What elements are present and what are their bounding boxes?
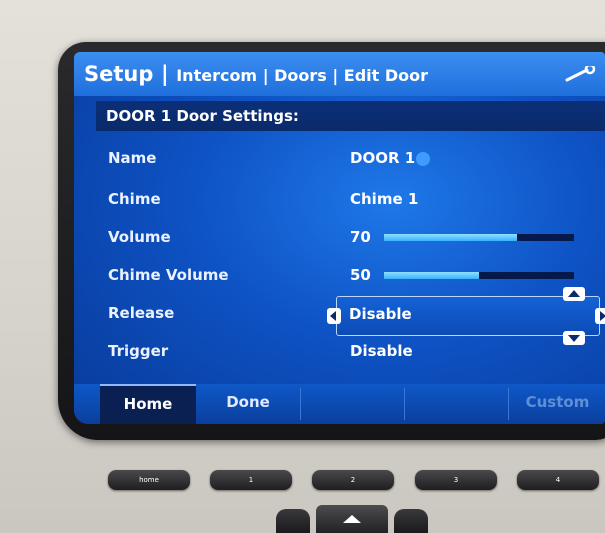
- setting-row-volume[interactable]: Volume 70: [74, 221, 605, 255]
- setting-value: Disable: [350, 342, 413, 360]
- softkey-4[interactable]: [406, 384, 506, 424]
- title-bar: Setup | Intercom | Doors | Edit Door: [74, 52, 605, 96]
- volume-slider-fill: [384, 234, 517, 241]
- arrow-right-icon[interactable]: [595, 308, 605, 324]
- softkey-custom[interactable]: Custom: [510, 384, 605, 424]
- nav-left-button[interactable]: [276, 509, 310, 533]
- arrow-up-icon[interactable]: [563, 287, 585, 301]
- setting-value: 50: [350, 266, 371, 284]
- setting-row-name[interactable]: Name DOOR 1: [74, 142, 605, 176]
- display-screen: Setup | Intercom | Doors | Edit Door DOO…: [74, 52, 605, 424]
- setting-row-chime[interactable]: Chime Chime 1: [74, 183, 605, 217]
- softkey-3[interactable]: [302, 384, 402, 424]
- setting-value: DOOR 1: [350, 149, 416, 167]
- setting-label: Volume: [108, 228, 171, 246]
- setting-label: Release: [108, 304, 175, 322]
- hardware-key-3[interactable]: 3: [415, 470, 497, 490]
- breadcrumb-separator: |: [332, 66, 339, 85]
- setting-row-chime-volume[interactable]: Chime Volume 50: [74, 259, 605, 293]
- section-title: DOOR 1 Door Settings:: [106, 107, 299, 125]
- page-title: Setup: [84, 62, 154, 86]
- cursor-dot-icon: [416, 152, 430, 166]
- setting-row-trigger[interactable]: Trigger Disable: [74, 335, 605, 369]
- chime-volume-slider[interactable]: [384, 272, 574, 279]
- phone-device: Setup | Intercom | Doors | Edit Door DOO…: [0, 0, 605, 533]
- arrow-left-icon[interactable]: [327, 308, 341, 324]
- volume-slider[interactable]: [384, 234, 574, 241]
- navigation-cluster: [276, 505, 428, 533]
- softkey-home[interactable]: Home: [100, 384, 196, 424]
- setting-label: Chime Volume: [108, 266, 229, 284]
- chime-volume-slider-fill: [384, 272, 479, 279]
- setting-label: Trigger: [108, 342, 169, 360]
- hardware-key-4[interactable]: 4: [517, 470, 599, 490]
- softkey-divider: [508, 388, 509, 420]
- section-header: DOOR 1 Door Settings:: [96, 101, 605, 131]
- breadcrumb-separator: |: [262, 66, 269, 85]
- release-selector[interactable]: Disable: [327, 287, 605, 345]
- setting-value: 70: [350, 228, 371, 246]
- setting-label: Chime: [108, 190, 161, 208]
- softkey-divider: [300, 388, 301, 420]
- hardware-key-1[interactable]: 1: [210, 470, 292, 490]
- breadcrumb-intercom[interactable]: Intercom: [176, 66, 257, 85]
- breadcrumb: Setup | Intercom | Doors | Edit Door: [84, 62, 428, 86]
- setting-value: Chime 1: [350, 190, 419, 208]
- softkey-bar: Home Done Custom: [74, 384, 605, 424]
- setting-label: Name: [108, 149, 157, 167]
- hardware-key-home[interactable]: home: [108, 470, 190, 490]
- nav-up-button[interactable]: [316, 505, 388, 533]
- softkey-done[interactable]: Done: [198, 384, 298, 424]
- breadcrumb-edit-door: Edit Door: [343, 66, 429, 85]
- hardware-key-2[interactable]: 2: [312, 470, 394, 490]
- triangle-up-icon: [343, 515, 361, 523]
- breadcrumb-separator: |: [160, 62, 169, 86]
- wrench-icon: [565, 66, 596, 82]
- softkey-divider: [404, 388, 405, 420]
- nav-right-button[interactable]: [394, 509, 428, 533]
- release-value: Disable: [349, 305, 412, 323]
- breadcrumb-doors[interactable]: Doors: [274, 66, 327, 85]
